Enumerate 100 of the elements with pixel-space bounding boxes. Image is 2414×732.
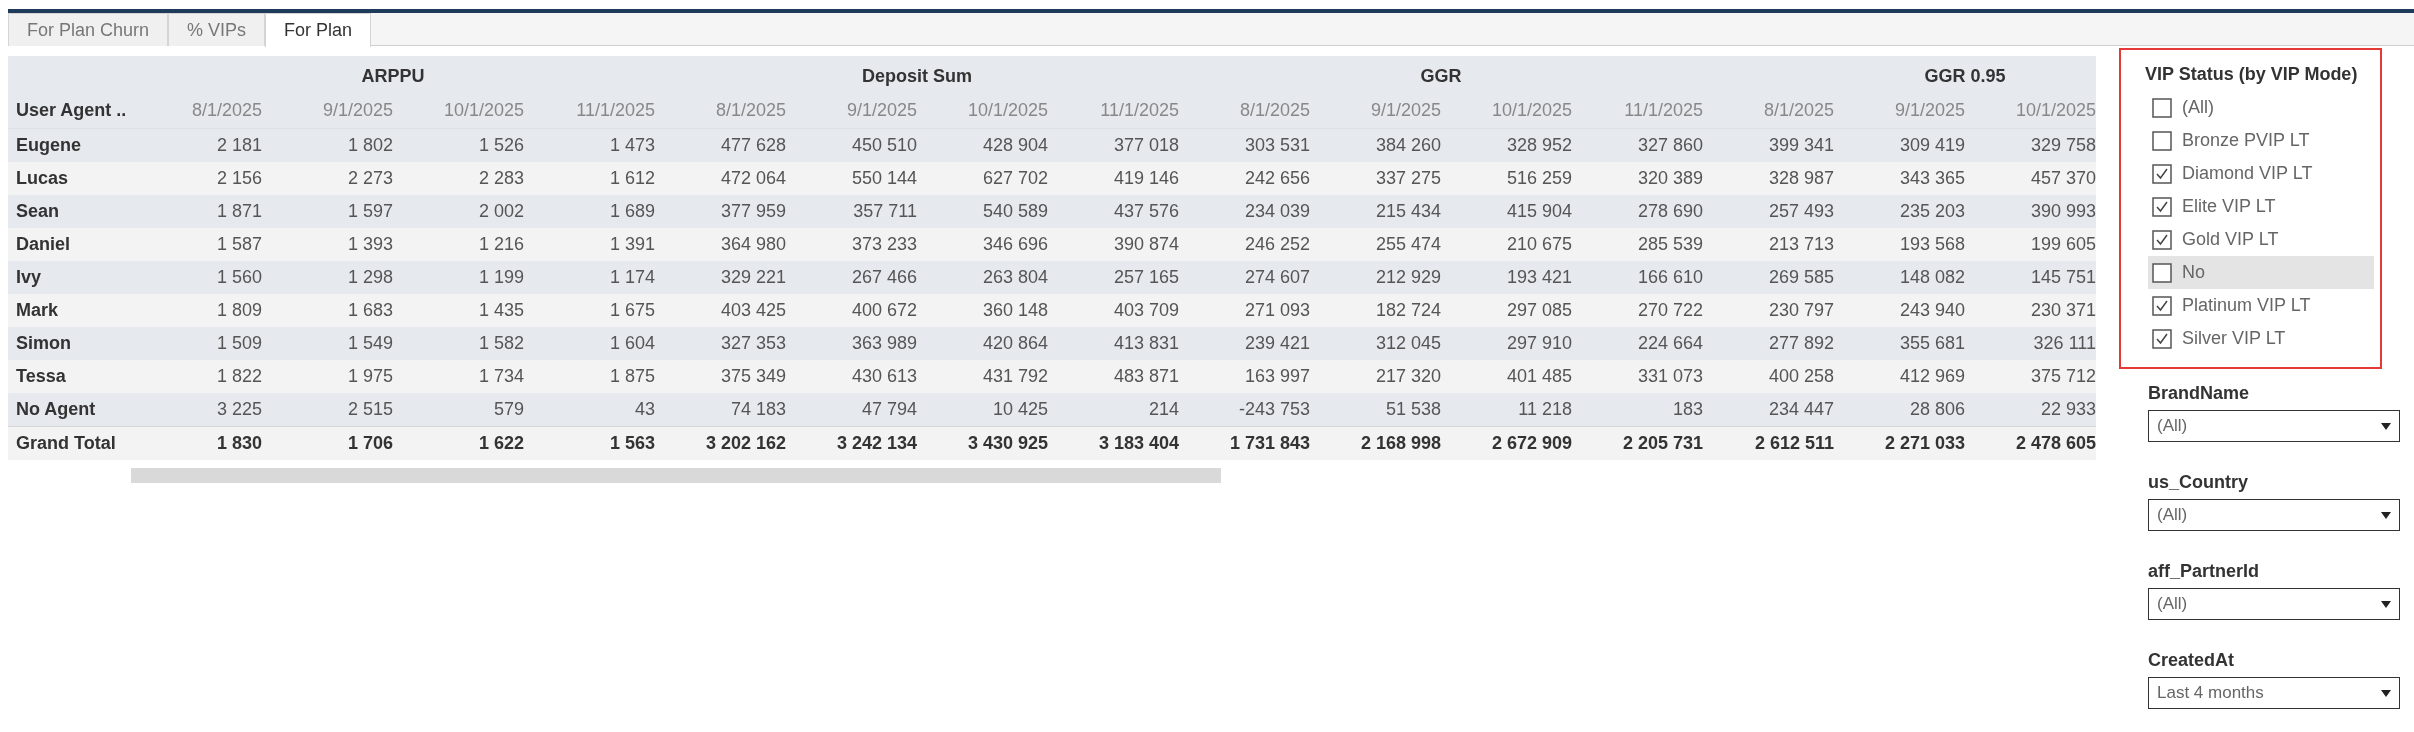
table-cell: 1 597 [262, 195, 393, 228]
table-cell: 213 713 [1703, 228, 1834, 261]
column-header: 9/1/2025 [1310, 92, 1441, 129]
table-cell: 430 613 [786, 360, 917, 393]
table-cell: 364 980 [655, 228, 786, 261]
table-cell: 1 871 [131, 195, 262, 228]
tab[interactable]: % VIPs [168, 13, 266, 46]
table-cell: 2 515 [262, 393, 393, 426]
table-cell: 1 612 [524, 162, 655, 195]
table-cell: 472 064 [655, 162, 786, 195]
table-cell: 215 434 [1310, 195, 1441, 228]
checkbox[interactable] [2152, 229, 2172, 250]
table-cell: 28 806 [1834, 393, 1965, 426]
filter-option[interactable]: (All) [2148, 91, 2374, 124]
table-cell: 145 751 [1965, 261, 2096, 294]
table-cell: 1 393 [262, 228, 393, 261]
table-cell: 1 822 [131, 360, 262, 393]
filter-option[interactable]: Diamond VIP LT [2148, 157, 2374, 190]
tab[interactable]: For Plan Churn [8, 13, 169, 46]
row-label: Grand Total [8, 426, 131, 460]
row-label: Ivy [8, 261, 131, 294]
table-cell: 212 929 [1310, 261, 1441, 294]
table-cell: 401 485 [1441, 360, 1572, 393]
column-group-header: ARPPU [131, 56, 655, 92]
table-cell: 329 221 [655, 261, 786, 294]
table-cell: 413 831 [1048, 327, 1179, 360]
table-cell: 43 [524, 393, 655, 426]
table-cell: 183 [1572, 393, 1703, 426]
table-cell: 337 275 [1310, 162, 1441, 195]
table-cell: 210 675 [1441, 228, 1572, 261]
table-cell: 47 794 [786, 393, 917, 426]
table-cell: 375 712 [1965, 360, 2096, 393]
table-cell: 400 258 [1703, 360, 1834, 393]
filter-option[interactable]: Gold VIP LT [2148, 223, 2374, 256]
table-cell: 3 225 [131, 393, 262, 426]
table-cell: 1 560 [131, 261, 262, 294]
table-cell: 428 904 [917, 129, 1048, 162]
filter-option[interactable]: Elite VIP LT [2148, 190, 2374, 223]
column-header: 11/1/2025 [1048, 92, 1179, 129]
table-cell: 271 093 [1179, 294, 1310, 327]
checkbox[interactable] [2152, 295, 2172, 316]
table-cell: 412 969 [1834, 360, 1965, 393]
table-cell: 1 675 [524, 294, 655, 327]
table-cell: 328 987 [1703, 162, 1834, 195]
table-cell: 390 874 [1048, 228, 1179, 261]
filter-title: VIP Status (by VIP Mode) [2145, 64, 2359, 85]
table-cell: 1 734 [393, 360, 524, 393]
checkbox[interactable] [2152, 163, 2172, 184]
table-cell: 1 689 [524, 195, 655, 228]
table-cell: 10 425 [917, 393, 1048, 426]
table-cell: -243 753 [1179, 393, 1310, 426]
table-cell: 267 466 [786, 261, 917, 294]
table-cell: 230 797 [1703, 294, 1834, 327]
checkbox[interactable] [2152, 262, 2172, 283]
dropdown-field[interactable]: Last 4 months [2148, 677, 2400, 709]
table-cell: 2 612 511 [1703, 426, 1834, 460]
table-cell: 2 273 [262, 162, 393, 195]
table-cell: 326 111 [1965, 327, 2096, 360]
column-header: 10/1/2025 [393, 92, 524, 129]
checkbox[interactable] [2152, 97, 2172, 118]
table-cell: 224 664 [1572, 327, 1703, 360]
filter-option[interactable]: Bronze PVIP LT [2148, 124, 2374, 157]
dropdown-field[interactable]: (All) [2148, 410, 2400, 442]
table-cell: 377 018 [1048, 129, 1179, 162]
checkbox[interactable] [2152, 328, 2172, 349]
table-cell: 1 391 [524, 228, 655, 261]
scrollbar[interactable] [131, 468, 1221, 483]
table-cell: 2 181 [131, 129, 262, 162]
table-cell: 3 430 925 [917, 426, 1048, 460]
dropdown-field[interactable]: (All) [2148, 499, 2400, 531]
table-cell: 2 478 605 [1965, 426, 2096, 460]
table-cell: 148 082 [1834, 261, 1965, 294]
table-cell: 1 622 [393, 426, 524, 460]
filter-option[interactable]: Platinum VIP LT [2148, 289, 2374, 322]
table-cell: 163 997 [1179, 360, 1310, 393]
dropdown-field[interactable]: (All) [2148, 588, 2400, 620]
table-cell: 331 073 [1572, 360, 1703, 393]
table-cell: 2 672 909 [1441, 426, 1572, 460]
tab[interactable]: For Plan [265, 13, 372, 47]
table-cell: 1 582 [393, 327, 524, 360]
filter-option[interactable]: No [2148, 256, 2374, 289]
caret-icon [2381, 422, 2391, 430]
table-cell: 278 690 [1572, 195, 1703, 228]
table-cell: 377 959 [655, 195, 786, 228]
column-header: 10/1/2025 [917, 92, 1048, 129]
table-cell: 242 656 [1179, 162, 1310, 195]
table-cell: 1 526 [393, 129, 524, 162]
row-header: User Agent .. [8, 92, 131, 129]
table-cell: 384 260 [1310, 129, 1441, 162]
table-cell: 329 758 [1965, 129, 2096, 162]
checkbox[interactable] [2152, 130, 2172, 151]
filter-option[interactable]: Silver VIP LT [2148, 322, 2374, 355]
column-header: 11/1/2025 [524, 92, 655, 129]
table-cell: 274 607 [1179, 261, 1310, 294]
checkbox[interactable] [2152, 196, 2172, 217]
column-header: 8/1/2025 [1703, 92, 1834, 129]
filter-title: BrandName [2148, 383, 2251, 404]
table-cell: 431 792 [917, 360, 1048, 393]
table-cell: 277 892 [1703, 327, 1834, 360]
table-cell: 193 568 [1834, 228, 1965, 261]
